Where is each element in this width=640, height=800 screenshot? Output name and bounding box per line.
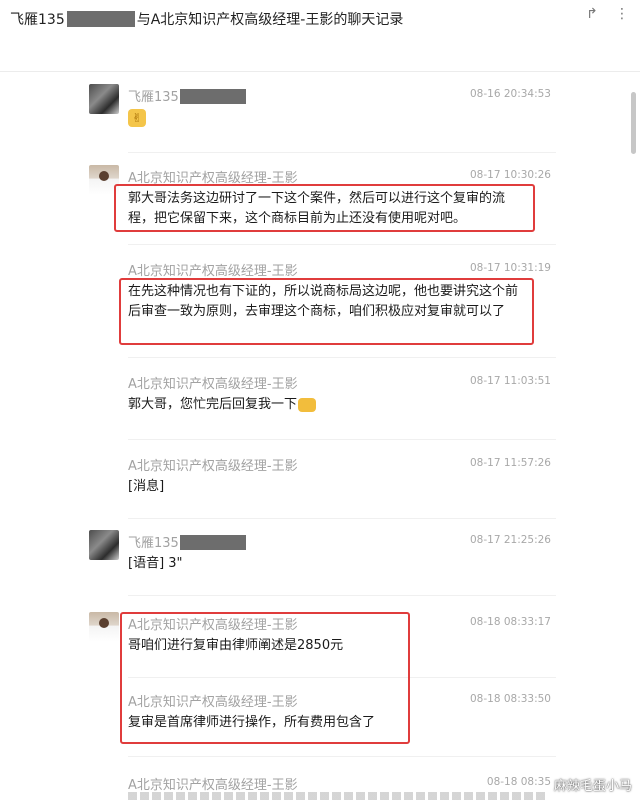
highlight-box — [114, 184, 535, 232]
sender-name: A北京知识产权高级经理-王影 — [128, 377, 298, 392]
watermark: 麻辣毛蛋小马 — [553, 779, 632, 794]
message-text[interactable]: [语音] 3" — [128, 554, 528, 574]
avatar[interactable] — [89, 530, 119, 560]
title-prefix: 飞雁135 — [10, 12, 65, 28]
sender-name: 飞雁135 — [128, 532, 246, 553]
message-time: 08-17 11:57:26 — [469, 457, 551, 469]
message-time: 08-17 10:30:26 — [469, 169, 551, 181]
avatar[interactable] — [89, 84, 119, 114]
message-text[interactable]: [消息] — [128, 477, 528, 497]
divider — [128, 439, 556, 440]
highlight-box — [119, 278, 534, 345]
message-time: 08-16 20:34:53 — [469, 88, 551, 100]
share-icon[interactable]: ↱ — [584, 6, 600, 22]
message-time: 08-18 08:33:17 — [469, 616, 551, 628]
window-title: 飞雁135 与A北京知识产权高级经理-王影的聊天记录 — [10, 9, 403, 29]
message-time: 08-17 21:25:26 — [469, 534, 551, 546]
message-time: 08-17 11:03:51 — [469, 375, 551, 387]
divider — [128, 357, 556, 358]
scrollbar[interactable] — [631, 92, 636, 154]
divider — [128, 756, 556, 757]
chat-history-window: 飞雁135 与A北京知识产权高级经理-王影的聊天记录 ↱ ⋮ 飞雁135 08-1… — [0, 0, 640, 800]
message-time: 08-18 08:33:50 — [469, 693, 551, 705]
sender-name: A北京知识产权高级经理-王影 — [128, 778, 298, 793]
message-time: 08-18 08:35 — [486, 776, 551, 788]
highlight-box — [120, 612, 410, 744]
divider — [128, 244, 556, 245]
redaction-block — [66, 11, 135, 27]
sender-name: 飞雁135 — [128, 86, 246, 107]
divider — [128, 595, 556, 596]
sender-name: A北京知识产权高级经理-王影 — [128, 459, 298, 474]
title-suffix: 与A北京知识产权高级经理-王影的聊天记录 — [136, 12, 404, 28]
chat-list[interactable]: 飞雁135 08-16 20:34:53 ✌ A北京知识产权高级经理-王影 08… — [0, 72, 628, 800]
divider — [128, 518, 556, 519]
redaction-block — [179, 88, 246, 104]
message-time: 08-17 10:31:19 — [469, 262, 551, 274]
avatar[interactable] — [89, 612, 119, 642]
message-text: 郭大哥，您忙完后回复我一下 — [128, 395, 528, 415]
message-text: ✌ — [128, 109, 528, 129]
handshake-icon — [298, 397, 317, 412]
title-bar: 飞雁135 与A北京知识产权高级经理-王影的聊天记录 ↱ ⋮ — [0, 0, 640, 72]
cut-off-message-text — [128, 792, 548, 800]
more-icon[interactable]: ⋮ — [614, 6, 630, 22]
divider — [128, 152, 556, 153]
sender-name: A北京知识产权高级经理-王影 — [128, 264, 298, 279]
redaction-block — [179, 534, 246, 550]
hands-icon: ✌ — [128, 109, 146, 127]
